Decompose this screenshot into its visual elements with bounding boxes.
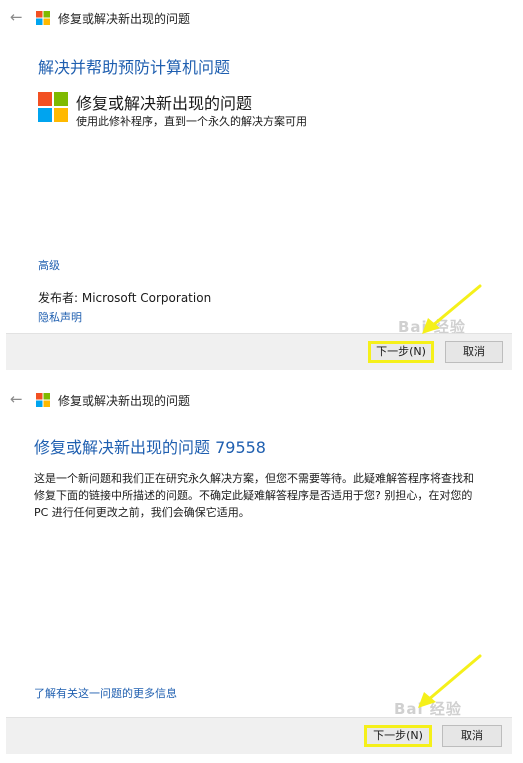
windows-logo-icon xyxy=(36,11,50,25)
description-text: 这是一个新问题和我们正在研究永久解决方案，但您不需要等待。此疑难解答程序将查找和… xyxy=(34,472,474,519)
yellow-arrow-annotation xyxy=(418,654,482,708)
more-info-link[interactable]: 了解有关这一问题的更多信息 xyxy=(34,685,177,701)
button-bar: 下一步(N) 取消 xyxy=(6,717,512,754)
title-bar: ← 修复或解决新出现的问题 xyxy=(6,0,512,36)
windows-logo-icon xyxy=(38,92,68,122)
advanced-link[interactable]: 高级 xyxy=(38,257,60,273)
page-heading: 解决并帮助预防计算机问题 xyxy=(38,58,231,77)
title-bar: ← 修复或解决新出现的问题 xyxy=(6,382,512,418)
blank-area xyxy=(316,58,466,166)
yellow-arrow-annotation xyxy=(422,284,482,334)
button-bar: 下一步(N) 取消 xyxy=(6,333,512,370)
windows-logo-icon xyxy=(36,393,50,407)
troubleshooter-window-1: ← 修复或解决新出现的问题 解决并帮助预防计算机问题 修复或解决新出现的问题 使… xyxy=(6,0,512,370)
back-arrow-icon[interactable]: ← xyxy=(10,8,23,26)
troubleshooter-description: 使用此修补程序，直到一个永久的解决方案可用 xyxy=(76,115,307,128)
next-button[interactable]: 下一步(N) xyxy=(364,725,432,747)
cancel-button[interactable]: 取消 xyxy=(442,725,502,747)
troubleshooter-window-2: ← 修复或解决新出现的问题 修复或解决新出现的问题 79558 这是一个新问题和… xyxy=(6,382,512,754)
cancel-button[interactable]: 取消 xyxy=(445,341,503,363)
troubleshooter-name: 修复或解决新出现的问题 xyxy=(76,94,253,113)
publisher-text: 发布者: Microsoft Corporation xyxy=(38,291,212,305)
window-title: 修复或解决新出现的问题 xyxy=(58,394,191,408)
back-arrow-icon[interactable]: ← xyxy=(10,390,23,408)
page-heading: 修复或解决新出现的问题 79558 xyxy=(34,438,266,457)
window-title: 修复或解决新出现的问题 xyxy=(58,12,191,26)
next-button[interactable]: 下一步(N) xyxy=(368,341,434,363)
watermark: Bai 经验 xyxy=(394,700,462,718)
privacy-statement-link[interactable]: 隐私声明 xyxy=(38,309,82,325)
